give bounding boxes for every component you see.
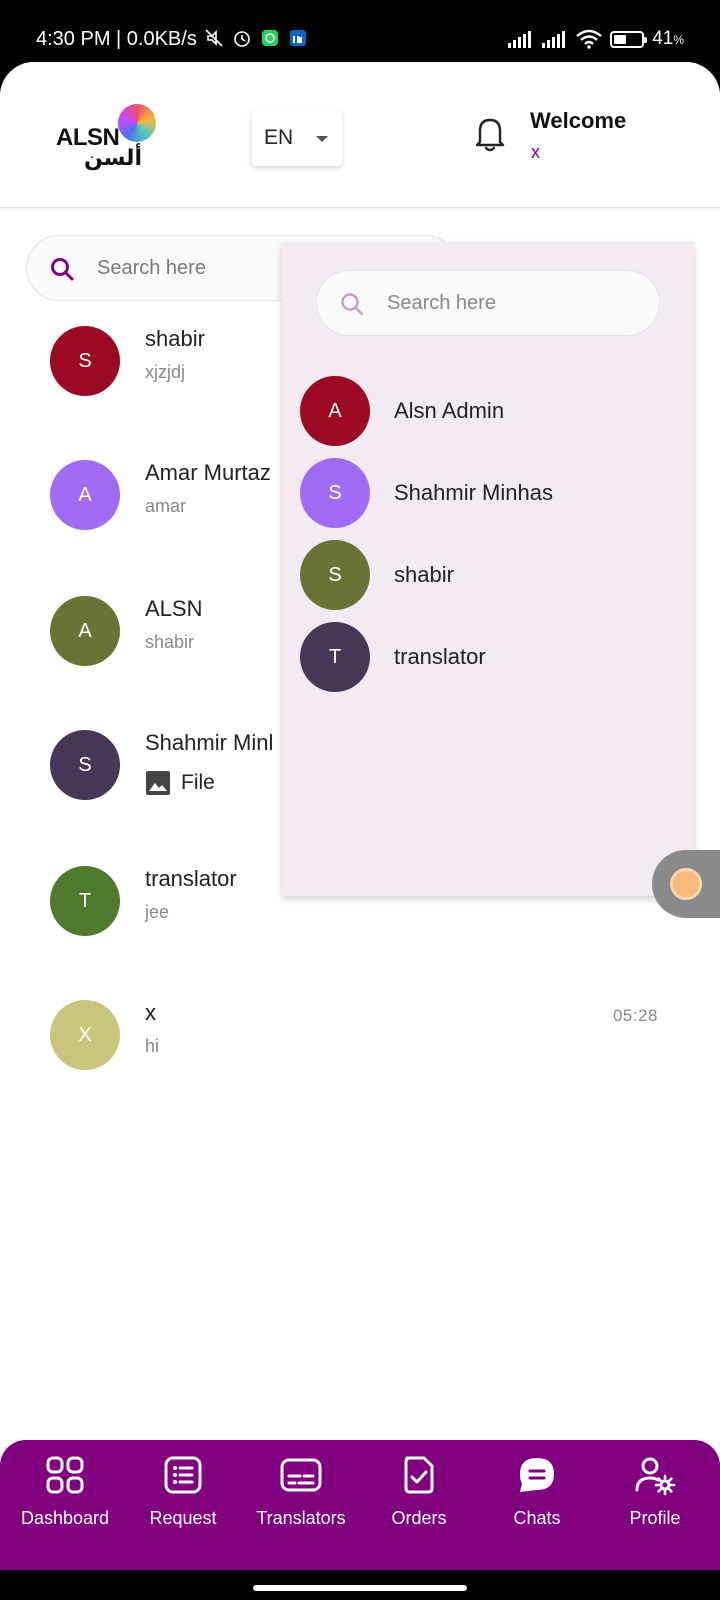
chat-row[interactable]: X x hi 05:28 xyxy=(0,1000,720,1120)
nav-label: Dashboard xyxy=(20,1508,110,1528)
bell-icon[interactable] xyxy=(472,114,508,154)
caret-down-icon xyxy=(316,136,328,142)
alsn-logo[interactable]: ALSN ألسن xyxy=(56,104,160,174)
status-right-icons: 41% xyxy=(508,28,684,50)
search-icon xyxy=(341,293,364,316)
chat-name: x xyxy=(145,1000,156,1025)
nav-request[interactable]: Request xyxy=(124,1454,242,1570)
app-header: ALSN ألسن EN Welcome x xyxy=(0,62,720,208)
bottom-navigation: Dashboard Request Translators Orders Cha… xyxy=(0,1440,720,1570)
chat-last-message-file: File xyxy=(145,770,215,796)
dropdown-user-name: shabir xyxy=(394,562,454,587)
language-select[interactable]: EN xyxy=(252,110,342,166)
gesture-area xyxy=(0,1570,720,1600)
phone-screen: 4:30 PM | 0.0KB/s 41% ALSN ألسن EN Welco… xyxy=(0,0,720,1600)
chat-name: ALSN xyxy=(145,596,203,621)
chat-name: translator xyxy=(145,866,237,891)
linkedin-icon xyxy=(290,30,306,46)
dropdown-user-name: Alsn Admin xyxy=(394,398,505,423)
app-container: ALSN ألسن EN Welcome x S shabir xyxy=(0,62,720,1570)
dropdown-user-item[interactable]: A Alsn Admin xyxy=(300,376,680,448)
file-label: File xyxy=(181,771,215,794)
profile-gear-icon xyxy=(635,1457,676,1496)
avatar: S xyxy=(50,326,120,396)
floating-assistive-button[interactable] xyxy=(652,850,720,918)
search-icon xyxy=(51,258,74,281)
welcome-label: Welcome xyxy=(530,108,627,133)
avatar: S xyxy=(300,458,370,528)
chat-time: 05:28 xyxy=(612,1006,658,1025)
avatar: A xyxy=(50,460,120,530)
orders-doc-icon xyxy=(404,1456,434,1494)
chat-last-message: hi xyxy=(145,1036,160,1056)
battery-icon xyxy=(610,30,648,48)
nav-orders[interactable]: Orders xyxy=(360,1454,478,1570)
nav-chats[interactable]: Chats xyxy=(478,1454,596,1570)
status-time: 4:30 PM | 0.0KB/s xyxy=(36,28,197,50)
wifi-icon xyxy=(576,29,602,49)
avatar: S xyxy=(50,730,120,800)
nav-label: Orders xyxy=(391,1508,447,1528)
dropdown-user-item[interactable]: S shabir xyxy=(300,540,680,612)
dropdown-user-name: Shahmir Minhas xyxy=(394,480,553,505)
dashboard-grid-icon xyxy=(46,1456,84,1494)
whatsapp-icon xyxy=(262,30,278,46)
logo-arabic-text: ألسن xyxy=(84,146,142,171)
avatar: A xyxy=(300,376,370,446)
logo-badge-icon xyxy=(118,104,156,142)
chat-last-message: amar xyxy=(145,496,187,516)
welcome-username: x xyxy=(531,142,540,162)
dropdown-search-input[interactable] xyxy=(387,283,647,323)
dropdown-search-bar xyxy=(316,270,660,336)
language-value: EN xyxy=(264,126,294,149)
avatar: S xyxy=(300,540,370,610)
floating-dot-icon xyxy=(670,868,702,900)
chat-name: Shahmir Minl xyxy=(145,730,274,755)
nav-dashboard[interactable]: Dashboard xyxy=(6,1454,124,1570)
chats-bubble-icon xyxy=(520,1458,554,1492)
avatar: A xyxy=(50,596,120,666)
mute-icon xyxy=(205,29,223,47)
translators-card-icon xyxy=(280,1458,322,1492)
alarm-icon xyxy=(234,31,250,47)
avatar: T xyxy=(300,622,370,692)
nav-label: Profile xyxy=(629,1508,681,1528)
battery-percent: 41% xyxy=(652,28,684,49)
nav-translators[interactable]: Translators xyxy=(242,1454,360,1570)
status-bar: 4:30 PM | 0.0KB/s 41% xyxy=(0,0,720,62)
signal-icon xyxy=(508,31,532,48)
dropdown-user-item[interactable]: T translator xyxy=(300,622,680,694)
image-icon xyxy=(146,771,170,795)
signal-2-icon xyxy=(542,31,566,48)
nav-profile[interactable]: Profile xyxy=(596,1454,714,1570)
chat-last-message: xjzjdj xyxy=(145,362,186,382)
nav-label: Chats xyxy=(513,1508,561,1528)
dropdown-user-item[interactable]: S Shahmir Minhas xyxy=(300,458,680,530)
avatar: T xyxy=(50,866,120,936)
chat-last-message: jee xyxy=(145,902,170,922)
request-list-icon xyxy=(164,1456,202,1494)
avatar: X xyxy=(50,1000,120,1070)
user-search-dropdown: A Alsn Admin S Shahmir Minhas S shabir T… xyxy=(282,242,694,896)
status-notification-icons xyxy=(204,28,308,48)
chat-name: shabir xyxy=(145,326,205,351)
dropdown-user-name: translator xyxy=(394,644,486,669)
home-gesture-bar[interactable] xyxy=(253,1585,467,1591)
nav-label: Request xyxy=(149,1508,217,1528)
nav-label: Translators xyxy=(256,1508,346,1528)
chat-last-message: shabir xyxy=(145,632,195,652)
chat-name: Amar Murtaz xyxy=(145,460,271,485)
